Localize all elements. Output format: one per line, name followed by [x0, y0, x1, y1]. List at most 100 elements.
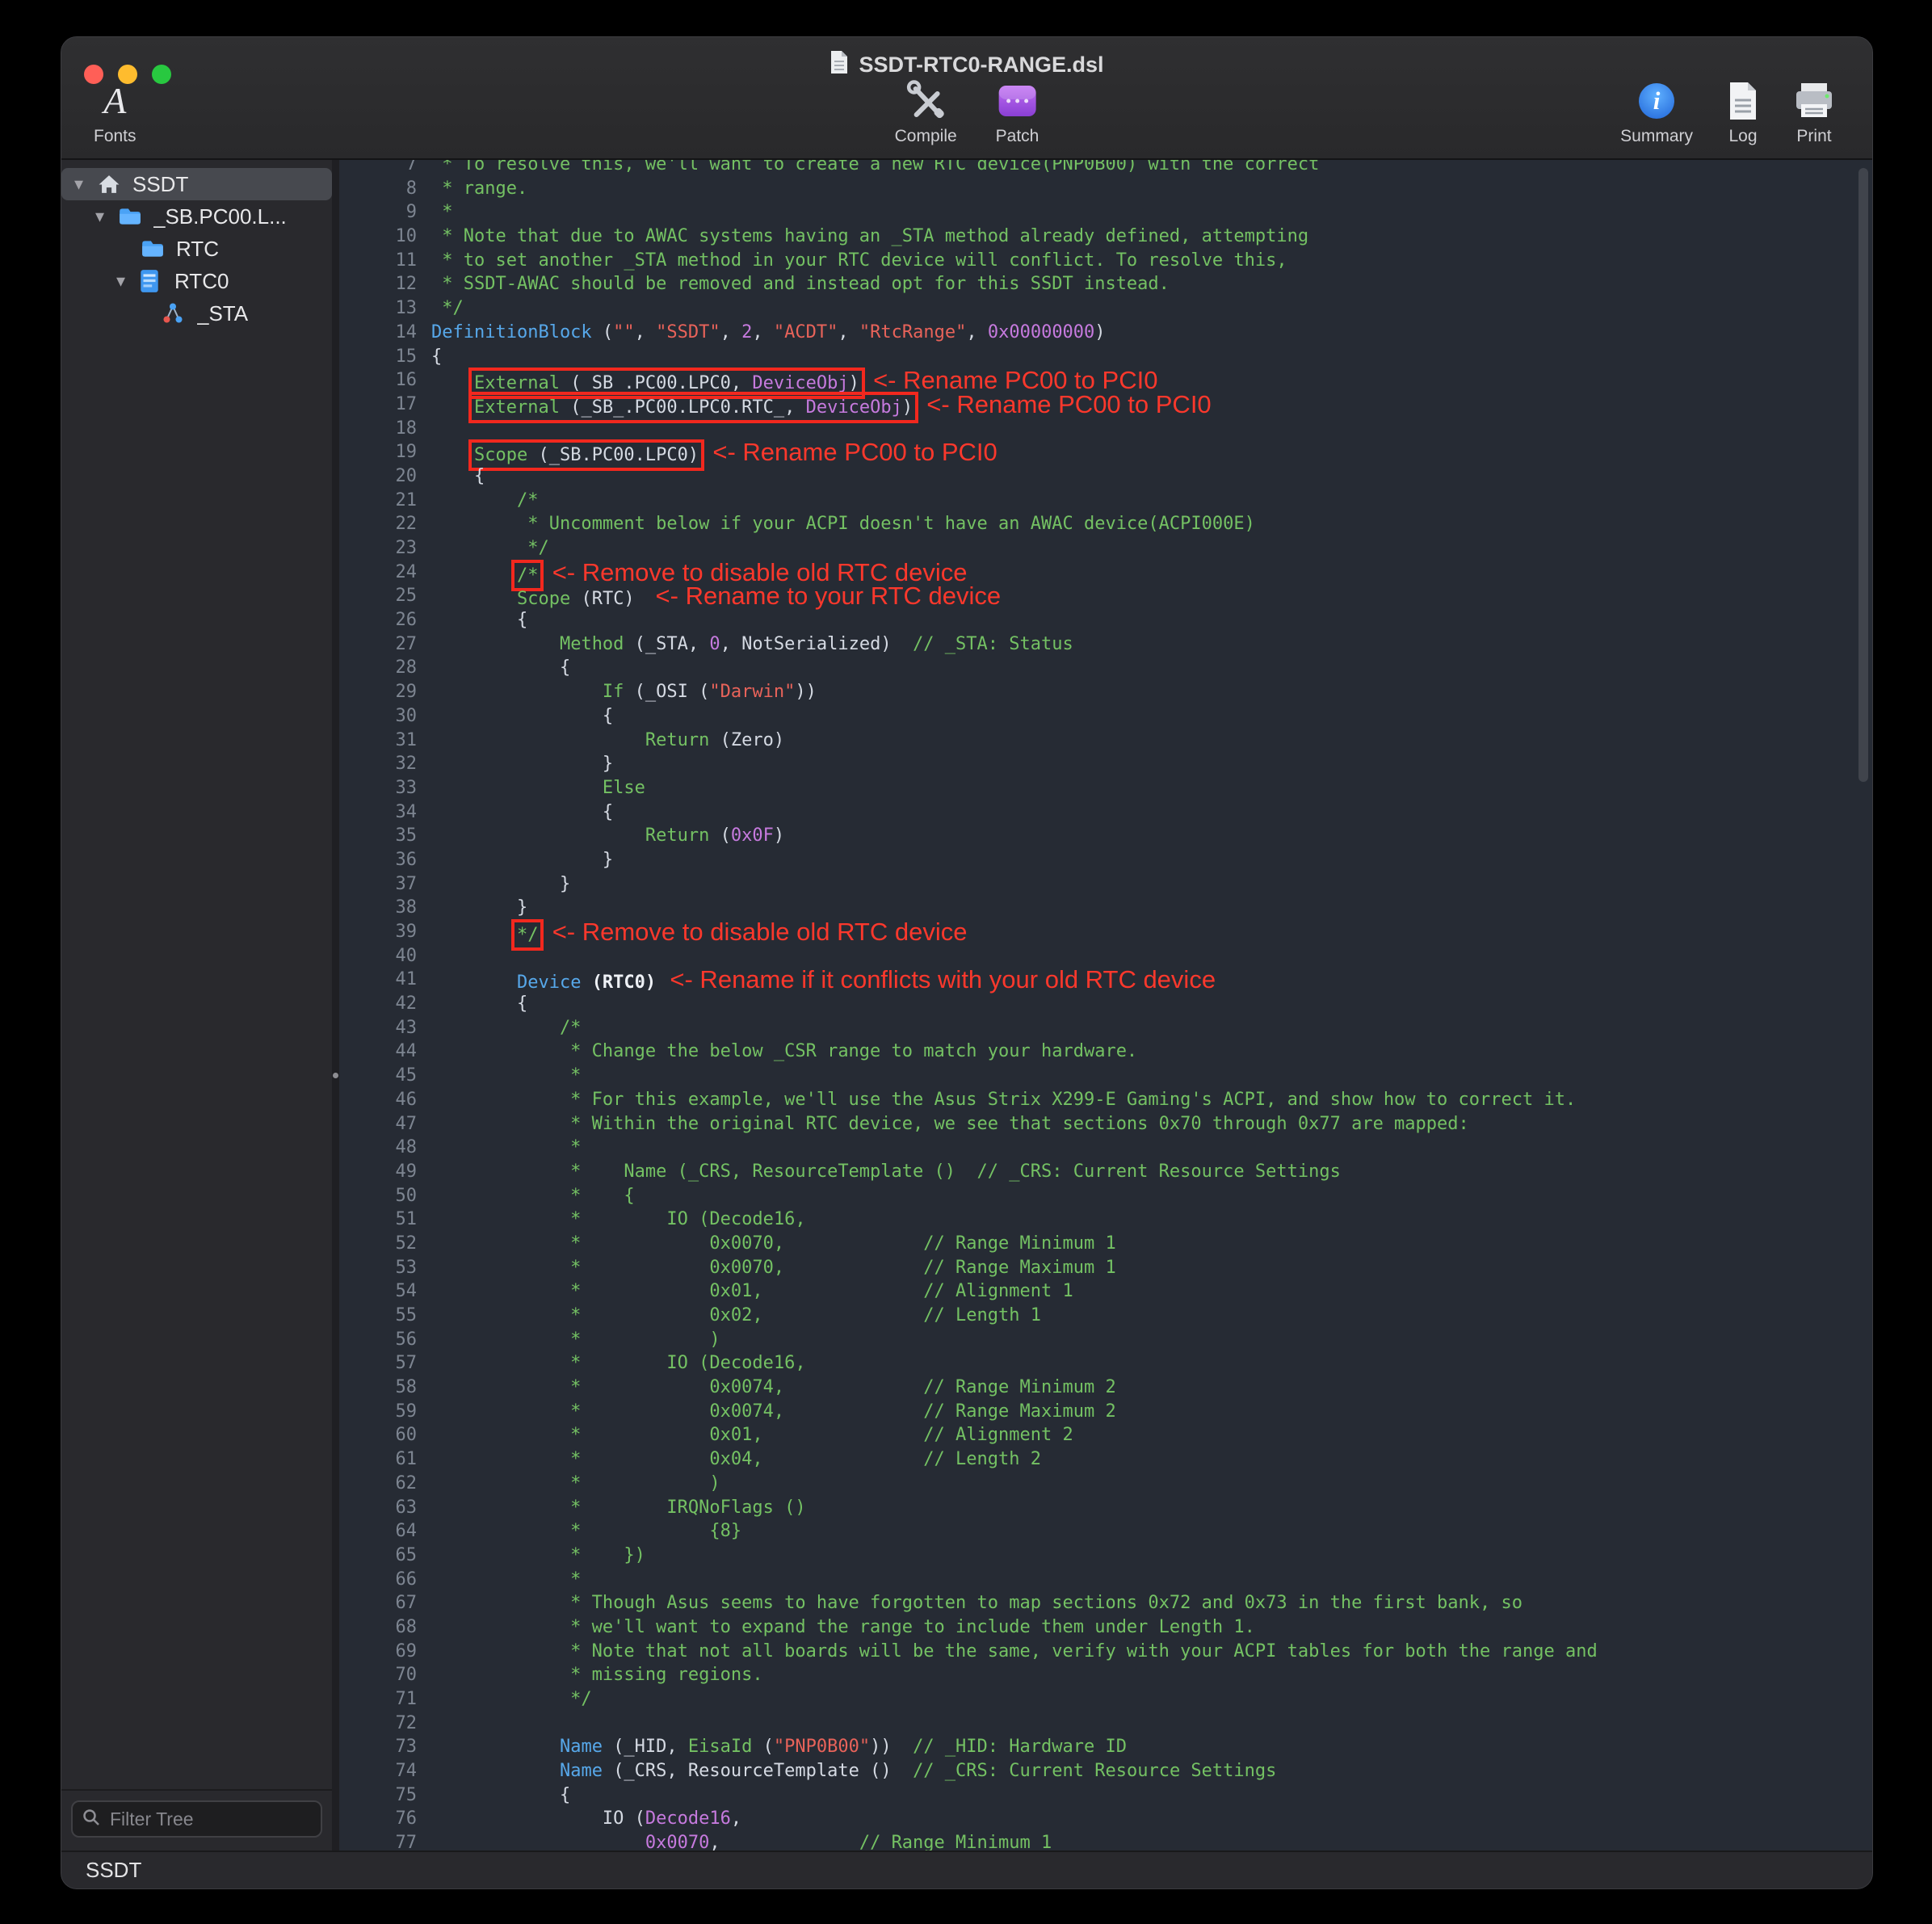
- code-line-14[interactable]: 14DefinitionBlock ("", "SSDT", 2, "ACDT"…: [339, 321, 1872, 345]
- red-annotation-box: */: [517, 925, 539, 945]
- annotation-text: <- Rename PC00 to PCI0: [699, 438, 998, 466]
- code-line-9[interactable]: 9 *: [339, 200, 1872, 225]
- code-line-51[interactable]: 51 * IO (Decode16,: [339, 1208, 1872, 1232]
- code-line-17[interactable]: 17 External (_SB_.PC00.LPC0.RTC_, Device…: [339, 393, 1872, 417]
- code-line-47[interactable]: 47 * Within the original RTC device, we …: [339, 1112, 1872, 1136]
- code-line-27[interactable]: 27 Method (_STA, 0, NotSerialized) // _S…: [339, 632, 1872, 657]
- toolbar-patch-button[interactable]: Patch: [996, 79, 1040, 146]
- code-line-77[interactable]: 77 0x0070, // Range Minimum 1: [339, 1831, 1872, 1850]
- code-line-13[interactable]: 13 */: [339, 296, 1872, 321]
- code-line-33[interactable]: 33 Else: [339, 776, 1872, 800]
- code-line-71[interactable]: 71 */: [339, 1687, 1872, 1712]
- document-icon: [830, 50, 849, 80]
- code-line-50[interactable]: 50 * {: [339, 1184, 1872, 1208]
- code-line-60[interactable]: 60 * 0x01, // Alignment 2: [339, 1423, 1872, 1447]
- code-line-23[interactable]: 23 */: [339, 536, 1872, 561]
- code-line-58[interactable]: 58 * 0x0074, // Range Minimum 2: [339, 1376, 1872, 1400]
- code-line-44[interactable]: 44 * Change the below _CSR range to matc…: [339, 1040, 1872, 1064]
- filter-tree-input[interactable]: [108, 1808, 311, 1831]
- code-line-65[interactable]: 65 * }): [339, 1544, 1872, 1568]
- sidebar-item-sb-pc00-l[interactable]: ▾_SB.PC00.L...: [61, 200, 332, 233]
- code-line-21[interactable]: 21 /*: [339, 489, 1872, 513]
- sidebar-item-sta[interactable]: _STA: [61, 297, 332, 330]
- code-line-67[interactable]: 67 * Though Asus seems to have forgotten…: [339, 1591, 1872, 1615]
- code-line-64[interactable]: 64 * {8}: [339, 1519, 1872, 1544]
- code-line-29[interactable]: 29 If (_OSI ("Darwin")): [339, 680, 1872, 704]
- code-line-74[interactable]: 74 Name (_CRS, ResourceTemplate () // _C…: [339, 1759, 1872, 1783]
- toolbar-print-button[interactable]: Print: [1793, 79, 1835, 146]
- code-line-25[interactable]: 25 Scope (RTC) <- Rename to your RTC dev…: [339, 584, 1872, 608]
- code-line-11[interactable]: 11 * to set another _STA method in your …: [339, 249, 1872, 273]
- code-line-68[interactable]: 68 * we'll want to expand the range to i…: [339, 1615, 1872, 1640]
- sidebar-item-ssdt[interactable]: ▾SSDT: [61, 168, 332, 200]
- code-line-40[interactable]: 40: [339, 944, 1872, 968]
- code-line-37[interactable]: 37 }: [339, 872, 1872, 897]
- code-line-46[interactable]: 46 * For this example, we'll use the Asu…: [339, 1088, 1872, 1112]
- toolbar-log-button[interactable]: Log: [1727, 79, 1759, 146]
- code-line-18[interactable]: 18: [339, 417, 1872, 441]
- code-line-52[interactable]: 52 * 0x0070, // Range Minimum 1: [339, 1232, 1872, 1256]
- code-line-66[interactable]: 66 *: [339, 1568, 1872, 1592]
- code-line-75[interactable]: 75 {: [339, 1783, 1872, 1808]
- line-number: 22: [339, 512, 431, 536]
- code-line-54[interactable]: 54 * 0x01, // Alignment 1: [339, 1279, 1872, 1304]
- code-line-43[interactable]: 43 /*: [339, 1016, 1872, 1040]
- code-line-76[interactable]: 76 IO (Decode16,: [339, 1807, 1872, 1831]
- code-line-56[interactable]: 56 * ): [339, 1328, 1872, 1352]
- code-line-72[interactable]: 72: [339, 1712, 1872, 1736]
- code-line-69[interactable]: 69 * Note that not all boards will be th…: [339, 1640, 1872, 1664]
- code-line-19[interactable]: 19 Scope (_SB.PC00.LPC0) <- Rename PC00 …: [339, 440, 1872, 464]
- code-line-39[interactable]: 39 */ <- Remove to disable old RTC devic…: [339, 920, 1872, 944]
- pane-splitter[interactable]: [332, 160, 339, 1850]
- line-number: 61: [339, 1447, 431, 1472]
- code-line-49[interactable]: 49 * Name (_CRS, ResourceTemplate () // …: [339, 1160, 1872, 1184]
- code-line-63[interactable]: 63 * IRQNoFlags (): [339, 1496, 1872, 1520]
- toolbar-summary-button[interactable]: iSummary: [1620, 79, 1693, 146]
- chevron-down-icon[interactable]: ▾: [74, 174, 97, 195]
- code-line-10[interactable]: 10 * Note that due to AWAC systems havin…: [339, 225, 1872, 249]
- code-line-61[interactable]: 61 * 0x04, // Length 2: [339, 1447, 1872, 1472]
- code-line-16[interactable]: 16 External (_SB_.PC00.LPC0, DeviceObj) …: [339, 368, 1872, 393]
- code-line-36[interactable]: 36 }: [339, 848, 1872, 872]
- code-line-24[interactable]: 24 /* <- Remove to disable old RTC devic…: [339, 561, 1872, 585]
- code-line-45[interactable]: 45 *: [339, 1064, 1872, 1088]
- patch-box-icon: [998, 79, 1038, 123]
- code-line-34[interactable]: 34 {: [339, 800, 1872, 825]
- code-line-30[interactable]: 30 {: [339, 704, 1872, 729]
- tree-item-label: RTC0: [174, 269, 229, 294]
- code-line-8[interactable]: 8 * range.: [339, 177, 1872, 201]
- toolbar-compile-button[interactable]: Compile: [895, 79, 957, 146]
- code-line-57[interactable]: 57 * IO (Decode16,: [339, 1351, 1872, 1376]
- chevron-down-icon[interactable]: ▾: [95, 206, 118, 227]
- code-editor[interactable]: 7 * To resolve this, we'll want to creat…: [339, 160, 1872, 1850]
- code-line-55[interactable]: 55 * 0x02, // Length 1: [339, 1304, 1872, 1328]
- code-line-26[interactable]: 26 {: [339, 608, 1872, 632]
- code-line-20[interactable]: 20 {: [339, 464, 1872, 489]
- code-line-38[interactable]: 38 }: [339, 896, 1872, 920]
- code-line-73[interactable]: 73 Name (_HID, EisaId ("PNP0B00")) // _H…: [339, 1735, 1872, 1759]
- code-line-22[interactable]: 22 * Uncomment below if your ACPI doesn'…: [339, 512, 1872, 536]
- code-line-12[interactable]: 12 * SSDT-AWAC should be removed and ins…: [339, 272, 1872, 296]
- filter-tree-field[interactable]: [71, 1800, 322, 1838]
- code-line-31[interactable]: 31 Return (Zero): [339, 729, 1872, 753]
- code-line-28[interactable]: 28 {: [339, 656, 1872, 680]
- code-line-59[interactable]: 59 * 0x0074, // Range Maximum 2: [339, 1400, 1872, 1424]
- code-line-53[interactable]: 53 * 0x0070, // Range Maximum 1: [339, 1256, 1872, 1280]
- sidebar-item-rtc[interactable]: RTC: [61, 233, 332, 265]
- code-line-41[interactable]: 41 Device (RTC0) <- Rename if it conflic…: [339, 968, 1872, 992]
- code-line-48[interactable]: 48 *: [339, 1136, 1872, 1160]
- code-line-7[interactable]: 7 * To resolve this, we'll want to creat…: [339, 160, 1872, 177]
- chevron-down-icon[interactable]: ▾: [116, 271, 139, 292]
- code-line-32[interactable]: 32 }: [339, 752, 1872, 776]
- code-line-62[interactable]: 62 * ): [339, 1472, 1872, 1496]
- annotation-text: <- Remove to disable old RTC device: [538, 918, 967, 946]
- code-line-42[interactable]: 42 {: [339, 992, 1872, 1016]
- line-number: 53: [339, 1256, 431, 1280]
- toolbar-fonts-button[interactable]: AFonts: [94, 79, 136, 146]
- editor-scrollbar-thumb[interactable]: [1858, 168, 1868, 782]
- document-icon: [1727, 79, 1759, 123]
- code-line-35[interactable]: 35 Return (0x0F): [339, 824, 1872, 848]
- code-line-70[interactable]: 70 * missing regions.: [339, 1663, 1872, 1687]
- sidebar-item-rtc0[interactable]: ▾ RTC0: [61, 265, 332, 297]
- code-line-15[interactable]: 15{: [339, 345, 1872, 369]
